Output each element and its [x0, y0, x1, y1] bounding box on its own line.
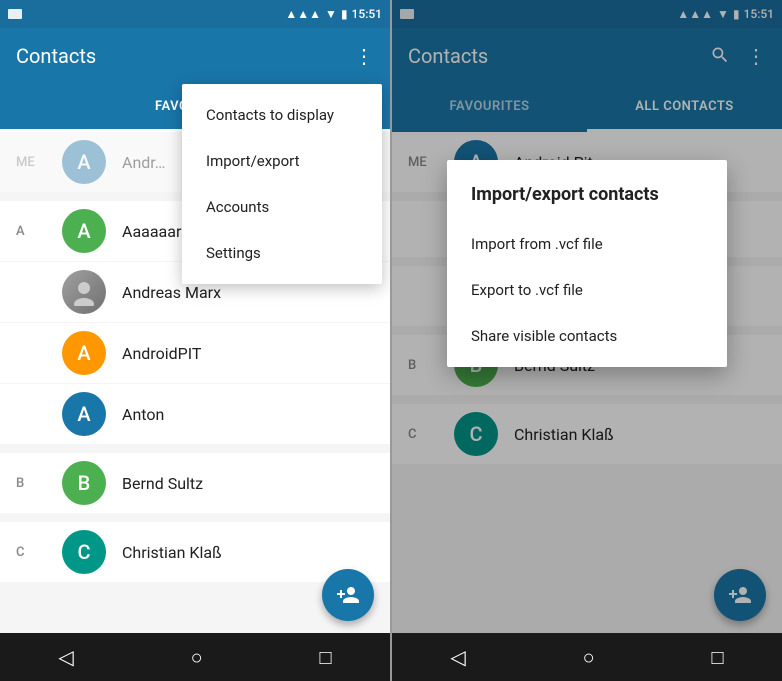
- signal-icon: ▲▲▲: [285, 7, 321, 21]
- contact-item-anton-left[interactable]: A Anton: [0, 384, 390, 444]
- app-bar-icons-left: ⋮: [354, 46, 374, 66]
- back-button-left[interactable]: ◁: [38, 637, 93, 677]
- avatar-christian-left: C: [62, 530, 106, 574]
- dropdown-contacts-to-display[interactable]: Contacts to display: [182, 92, 382, 138]
- right-phone: ▲▲▲ ▼ ▮ 15:51 Contacts ⋮ FAVOURITES ALL …: [392, 0, 782, 681]
- recent-button-right[interactable]: □: [691, 637, 743, 678]
- time-left: 15:51: [352, 7, 382, 21]
- dialog-item-import[interactable]: Import from .vcf file: [447, 221, 727, 267]
- import-export-dialog: Import/export contacts Import from .vcf …: [447, 160, 727, 367]
- more-button-left[interactable]: ⋮: [354, 46, 374, 66]
- contact-name-me: Andr…: [122, 153, 165, 172]
- dialog-item-share[interactable]: Share visible contacts: [447, 313, 727, 359]
- sim-icon: [8, 9, 22, 19]
- status-icons-left: [8, 9, 22, 19]
- section-me: ME: [16, 155, 46, 170]
- left-phone: ▲▲▲ ▼ ▮ 15:51 Contacts ⋮ FAVOURITES ME A…: [0, 0, 390, 681]
- status-bar-left: ▲▲▲ ▼ ▮ 15:51: [0, 0, 390, 28]
- home-button-left[interactable]: ○: [171, 637, 223, 678]
- contact-name-androidpit-left: AndroidPIT: [122, 344, 201, 363]
- app-bar-left: Contacts ⋮: [0, 28, 390, 84]
- dialog-title: Import/export contacts: [447, 184, 727, 221]
- contact-item-androidpit-left[interactable]: A AndroidPIT: [0, 323, 390, 383]
- contact-item-christian-left[interactable]: C C Christian Klaß: [0, 522, 390, 582]
- avatar-androidpit-left: A: [62, 331, 106, 375]
- avatar-andreas: [62, 270, 106, 314]
- dropdown-menu-left: Contacts to display Import/export Accoun…: [182, 84, 382, 284]
- battery-icon: ▮: [341, 7, 348, 21]
- section-b-left: B: [16, 476, 46, 491]
- nav-bar-right: ◁ ○ □: [392, 633, 782, 681]
- dropdown-settings[interactable]: Settings: [182, 230, 382, 276]
- avatar-aaaa: A: [62, 209, 106, 253]
- avatar-bernd-left: B: [62, 461, 106, 505]
- dialog-overlay: Import/export contacts Import from .vcf …: [392, 0, 782, 633]
- recent-button-left[interactable]: □: [299, 637, 351, 678]
- contact-name-bernd-left: Bernd Sultz: [122, 474, 203, 493]
- section-a: A: [16, 224, 46, 239]
- section-spacer-c: [0, 514, 390, 522]
- nav-bar-left: ◁ ○ □: [0, 633, 390, 681]
- fab-left[interactable]: [322, 569, 374, 621]
- avatar-me: A: [62, 140, 106, 184]
- wifi-icon: ▼: [325, 7, 337, 21]
- contact-item-bernd-left[interactable]: B B Bernd Sultz: [0, 453, 390, 513]
- section-spacer-b: [0, 445, 390, 453]
- dropdown-import-export[interactable]: Import/export: [182, 138, 382, 184]
- contact-name-christian-left: Christian Klaß: [122, 543, 222, 562]
- dialog-item-export[interactable]: Export to .vcf file: [447, 267, 727, 313]
- dropdown-accounts[interactable]: Accounts: [182, 184, 382, 230]
- contact-name-anton-left: Anton: [122, 405, 164, 424]
- home-button-right[interactable]: ○: [563, 637, 615, 678]
- contact-name-andreas: Andreas Marx: [122, 283, 221, 302]
- avatar-anton-left: A: [62, 392, 106, 436]
- back-button-right[interactable]: ◁: [430, 637, 485, 677]
- avatar-photo-inner: [62, 270, 106, 314]
- section-c-left: C: [16, 545, 46, 560]
- status-bar-right: ▲▲▲ ▼ ▮ 15:51: [285, 7, 382, 21]
- app-title-left: Contacts: [16, 44, 354, 68]
